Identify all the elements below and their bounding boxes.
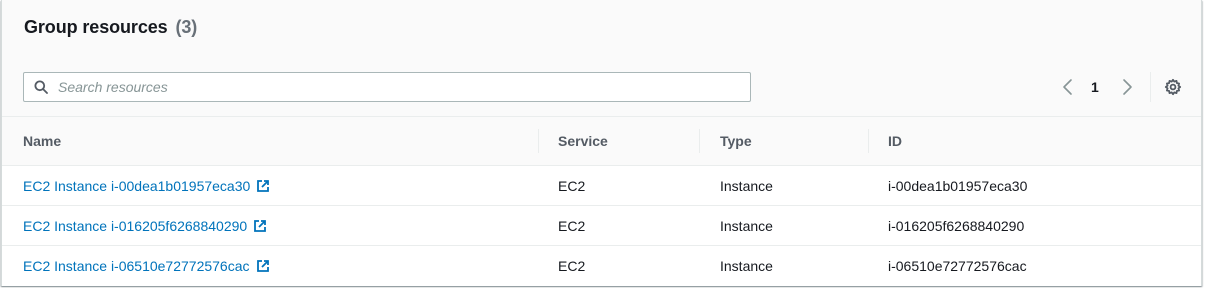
chevron-left-icon[interactable] <box>1060 78 1076 96</box>
external-link-icon[interactable] <box>253 219 267 233</box>
resource-name-cell: EC2 Instance i-016205f6268840290 <box>23 218 267 234</box>
search-icon <box>34 80 48 94</box>
resource-name-cell: EC2 Instance i-06510e72772576cac <box>23 258 270 274</box>
column-header-name[interactable]: Name <box>23 133 61 149</box>
resource-type-cell: Instance <box>720 258 773 274</box>
resource-service-cell: EC2 <box>558 258 586 274</box>
pagination-current-page[interactable]: 1 <box>1091 79 1099 95</box>
column-header-service[interactable]: Service <box>558 133 608 149</box>
search-input[interactable] <box>58 75 738 99</box>
gear-icon[interactable] <box>1164 78 1182 96</box>
resource-id-cell: i-016205f6268840290 <box>888 218 1025 234</box>
table-row: EC2 Instance i-016205f6268840290 EC2 Ins… <box>2 206 1201 246</box>
column-header-type[interactable]: Type <box>720 133 752 149</box>
chevron-right-icon[interactable] <box>1119 78 1135 96</box>
resource-name-cell: EC2 Instance i-00dea1b01957eca30 <box>23 178 270 194</box>
toolbar-divider <box>1150 72 1151 102</box>
table-row: EC2 Instance i-00dea1b01957eca30 EC2 Ins… <box>2 166 1201 206</box>
panel-header: Group resources (3) 1 <box>2 0 1201 117</box>
resource-count: (3) <box>175 17 198 37</box>
panel-title: Group resources (3) <box>24 17 197 38</box>
resource-link[interactable]: EC2 Instance i-016205f6268840290 <box>23 218 247 234</box>
resource-service-cell: EC2 <box>558 218 586 234</box>
resource-service-cell: EC2 <box>558 178 586 194</box>
column-divider <box>699 129 700 153</box>
resource-link[interactable]: EC2 Instance i-00dea1b01957eca30 <box>23 178 250 194</box>
resource-type-cell: Instance <box>720 178 773 194</box>
group-resources-panel: Group resources (3) 1 Name Serv <box>1 0 1202 286</box>
table-header: Name Service Type ID <box>2 117 1201 166</box>
resource-type-cell: Instance <box>720 218 773 234</box>
external-link-icon[interactable] <box>256 179 270 193</box>
resource-id-cell: i-06510e72772576cac <box>888 258 1027 274</box>
search-box[interactable] <box>23 72 751 102</box>
resource-id-cell: i-00dea1b01957eca30 <box>888 178 1028 194</box>
table-row: EC2 Instance i-06510e72772576cac EC2 Ins… <box>2 246 1201 286</box>
column-header-id[interactable]: ID <box>888 133 902 149</box>
column-divider <box>868 129 869 153</box>
column-divider <box>538 129 539 153</box>
external-link-icon[interactable] <box>256 259 270 273</box>
resource-link[interactable]: EC2 Instance i-06510e72772576cac <box>23 258 250 274</box>
panel-title-text: Group resources <box>24 17 168 37</box>
